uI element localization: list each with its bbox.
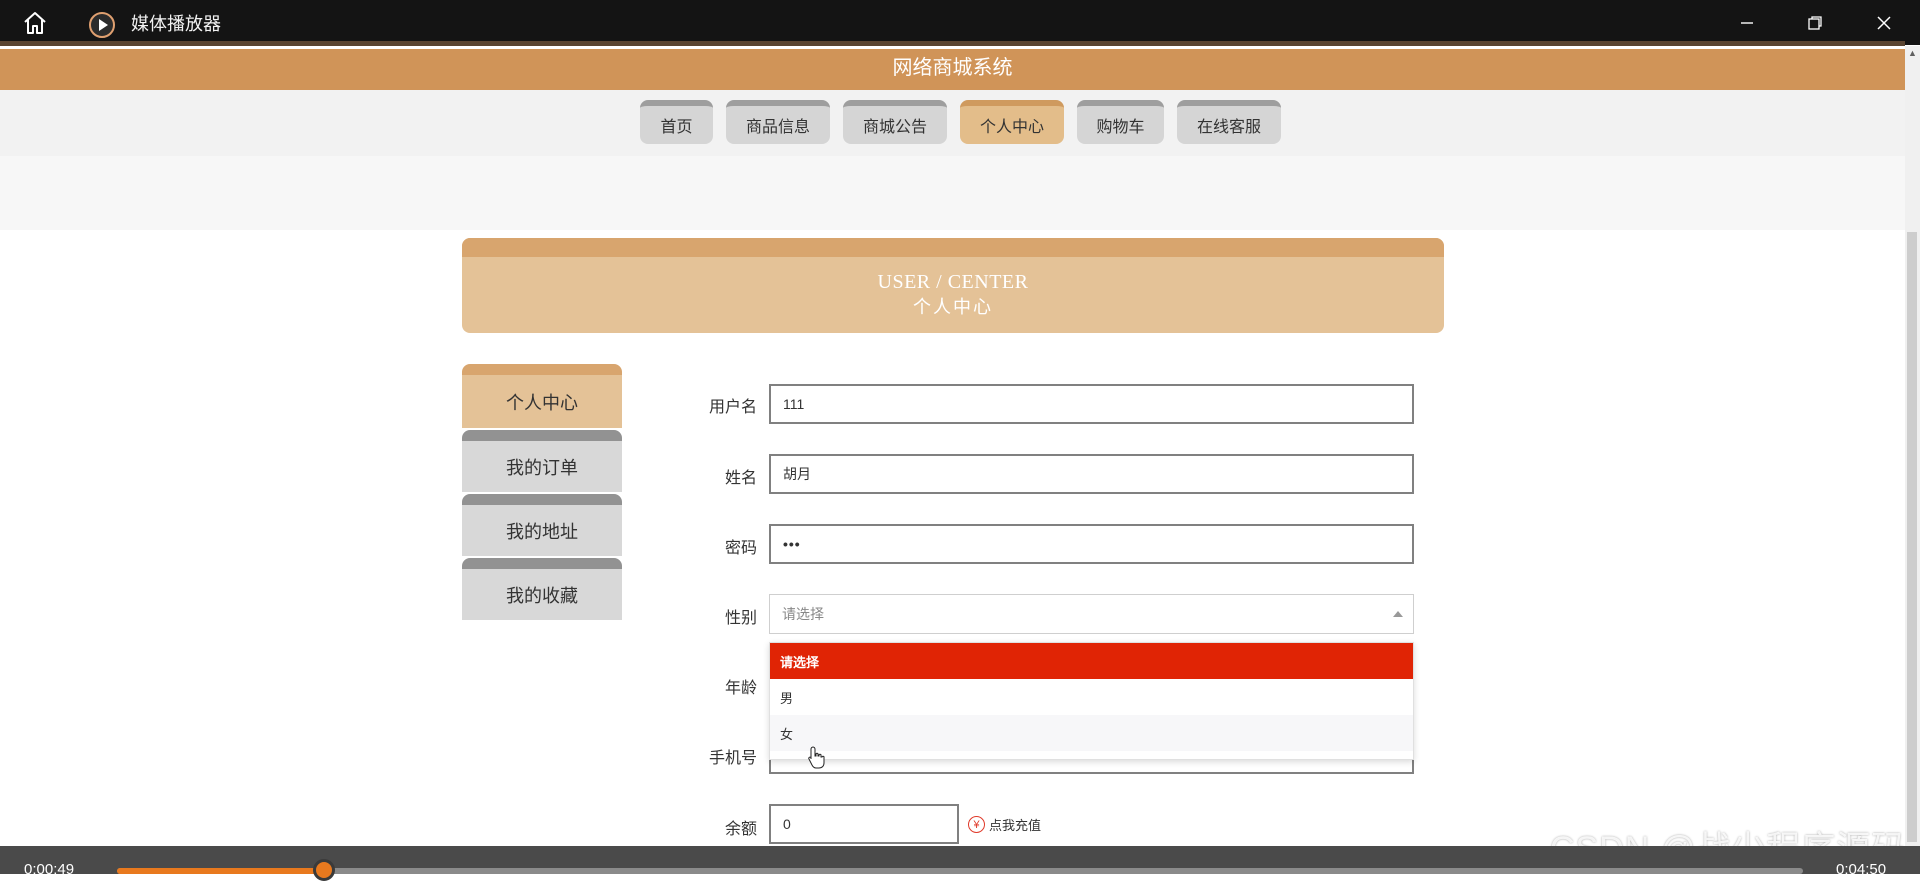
gender-dropdown: 请选择 男 女: [769, 642, 1414, 760]
balance-field[interactable]: 0: [769, 804, 959, 844]
recharge-label: 点我充值: [989, 818, 1042, 833]
media-player-bar: 0:00:49 0:04:50: [0, 846, 1920, 881]
name-field[interactable]: 胡月: [769, 454, 1414, 494]
side-item-addresses[interactable]: 我的地址: [462, 494, 622, 556]
side-item-user-center[interactable]: 个人中心: [462, 364, 622, 428]
seek-progress: [117, 868, 324, 874]
nav-spacer: [0, 156, 1905, 230]
site-title: 网络商城系统: [0, 49, 1905, 90]
gender-option-male[interactable]: 男: [770, 679, 1413, 715]
gender-option-placeholder[interactable]: 请选择: [770, 643, 1413, 679]
window-title: 媒体播放器: [131, 14, 221, 34]
banner-title-en: USER / CENTER: [877, 271, 1029, 293]
restore-button[interactable]: [1795, 8, 1835, 38]
caret-up-icon: [1393, 611, 1403, 617]
username-field[interactable]: 111: [769, 384, 1414, 424]
window-titlebar: 媒体播放器: [0, 0, 1920, 46]
scroll-up-icon[interactable]: ▲: [1908, 48, 1917, 58]
age-label: 年龄: [724, 680, 757, 697]
gender-label: 性别: [724, 610, 757, 627]
gender-select-value: 请选择: [782, 606, 824, 622]
tab-user-center[interactable]: 个人中心: [960, 100, 1064, 144]
gender-select[interactable]: 请选择: [769, 594, 1414, 634]
home-icon[interactable]: [22, 11, 48, 35]
tab-home[interactable]: 首页: [640, 100, 713, 144]
banner-top-strip: [462, 238, 1444, 257]
name-label: 姓名: [724, 470, 757, 487]
total-time: 0:04:50: [1836, 861, 1887, 878]
side-item-favorites[interactable]: 我的收藏: [462, 558, 622, 620]
close-button[interactable]: [1864, 8, 1904, 38]
banner-title-cn: 个人中心: [913, 297, 993, 317]
current-time: 0:00:49: [24, 861, 75, 878]
scroll-thumb[interactable]: [1907, 232, 1917, 842]
side-menu: 个人中心 我的订单 我的地址 我的收藏: [462, 364, 622, 622]
tab-products[interactable]: 商品信息: [726, 100, 830, 144]
yen-icon: ¥: [968, 816, 985, 833]
page-scrollbar[interactable]: ▲: [1905, 46, 1920, 846]
tab-cart[interactable]: 购物车: [1077, 100, 1164, 144]
tab-announcements[interactable]: 商城公告: [843, 100, 947, 144]
tab-online-service[interactable]: 在线客服: [1177, 100, 1281, 144]
media-player-app-icon: [88, 11, 116, 38]
seek-track[interactable]: [117, 859, 1803, 881]
section-banner: USER / CENTER 个人中心: [462, 238, 1444, 333]
hand-cursor-icon: [808, 746, 826, 775]
seek-handle[interactable]: [312, 859, 335, 881]
side-item-orders[interactable]: 我的订单: [462, 430, 622, 492]
password-label: 密码: [724, 540, 757, 557]
phone-label: 手机号: [708, 750, 757, 767]
main-nav: 首页 商品信息 商城公告 个人中心 购物车 在线客服: [0, 100, 1905, 144]
gender-option-female[interactable]: 女: [770, 715, 1413, 751]
username-label: 用户名: [708, 399, 757, 416]
minimize-button[interactable]: [1727, 8, 1767, 38]
recharge-link[interactable]: ¥ 点我充值: [968, 815, 1041, 834]
password-field[interactable]: •••: [769, 524, 1414, 564]
balance-label: 余额: [724, 821, 757, 838]
